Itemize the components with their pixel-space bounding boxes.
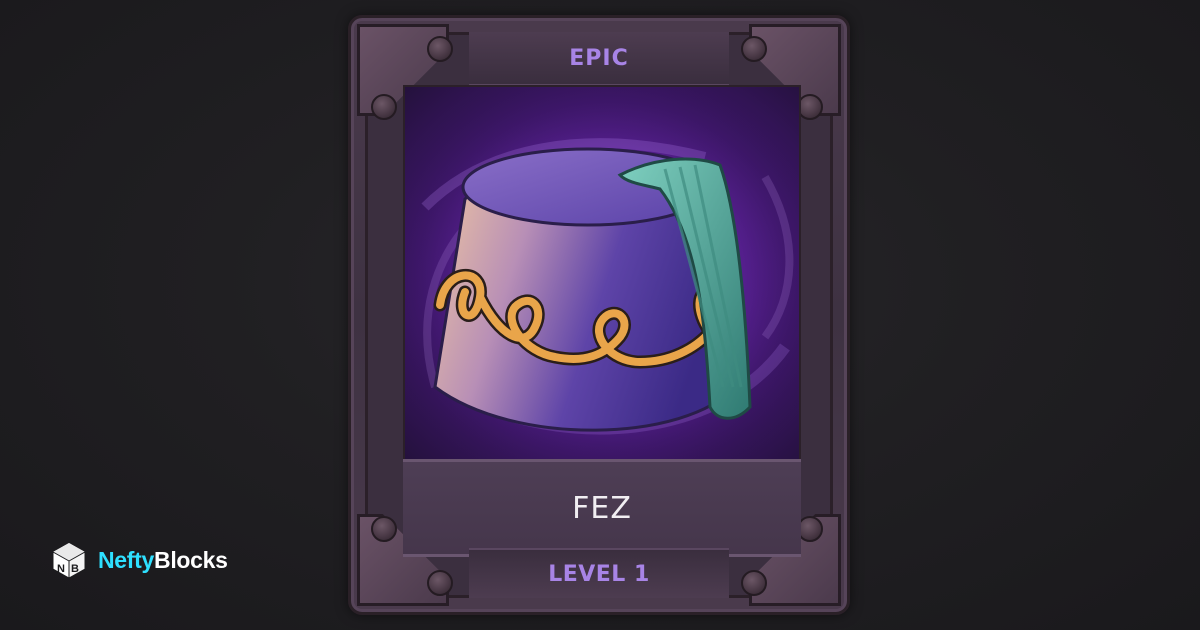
- item-artwork: [403, 85, 801, 463]
- rarity-label: EPIC: [569, 45, 629, 71]
- rivet-icon: [741, 36, 767, 62]
- brand-name-part1: Nefty: [98, 546, 155, 573]
- item-name-panel: FEZ: [403, 459, 801, 557]
- rivet-icon: [427, 570, 453, 596]
- rivet-icon: [371, 94, 397, 120]
- level-label: LEVEL 1: [548, 561, 650, 587]
- level-banner: LEVEL 1: [469, 548, 729, 598]
- svg-text:B: B: [71, 563, 79, 575]
- nefty-blocks-cube-icon: N B: [52, 543, 86, 579]
- item-card[interactable]: EPIC FEZ LEVEL 1: [348, 15, 850, 615]
- fez-hat-icon: [405, 87, 799, 461]
- brand-name-part2: Blocks: [154, 546, 228, 573]
- rivet-icon: [427, 36, 453, 62]
- nefty-blocks-logo[interactable]: N B NeftyBlocks: [50, 541, 228, 579]
- rarity-banner: EPIC: [469, 32, 729, 86]
- rivet-icon: [741, 570, 767, 596]
- svg-text:N: N: [57, 563, 65, 575]
- item-name: FEZ: [572, 490, 632, 526]
- rivet-icon: [371, 516, 397, 542]
- brand-name: NeftyBlocks: [98, 547, 228, 574]
